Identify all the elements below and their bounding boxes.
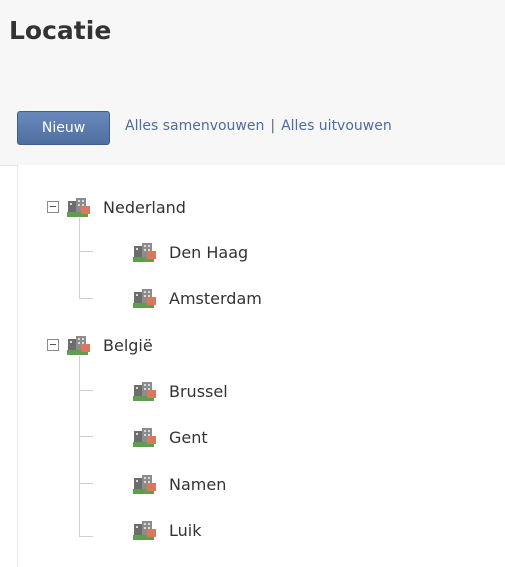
toolbar-separator: |: [270, 118, 276, 134]
building-location-icon: [133, 428, 156, 447]
tree-branch-line: [79, 390, 93, 391]
tree-node-brussel[interactable]: Brussel: [133, 379, 228, 403]
tree-guide-line: [79, 218, 80, 298]
building-location-icon: [133, 382, 156, 401]
tree-branch-line: [79, 298, 93, 299]
page-header: Locatie: [0, 0, 505, 76]
tree-branch-line: [79, 251, 93, 252]
collapse-icon[interactable]: [47, 201, 59, 213]
tree-node-den-haag[interactable]: Den Haag: [133, 240, 248, 264]
tree-node-label: Den Haag: [169, 242, 249, 262]
tree-node-gent[interactable]: Gent: [133, 425, 208, 449]
page-title: Locatie: [9, 16, 112, 45]
tree-node-label: Nederland: [103, 197, 186, 217]
tree-node-namen[interactable]: Namen: [133, 472, 226, 496]
new-button[interactable]: Nieuw: [17, 111, 110, 145]
collapse-icon[interactable]: [47, 339, 59, 351]
tree-node-luik[interactable]: Luik: [133, 518, 201, 542]
location-tree: Nederland Den Haag Amsterdam België Brus…: [17, 165, 505, 567]
building-location-icon: [67, 336, 90, 355]
tree-node-label: Namen: [169, 474, 227, 494]
tree-node-label: België: [103, 335, 153, 355]
tree-node-amsterdam[interactable]: Amsterdam: [133, 286, 262, 310]
tree-node-belgie[interactable]: België: [47, 333, 153, 357]
tree-node-label: Luik: [169, 520, 202, 540]
tree-guide-line: [79, 356, 80, 536]
building-location-icon: [133, 289, 156, 308]
tree-controls: Alles samenvouwen | Alles uitvouwen: [125, 118, 392, 134]
building-location-icon: [133, 243, 156, 262]
tree-branch-line: [79, 483, 93, 484]
tree-node-label: Gent: [169, 427, 208, 447]
tree-node-nederland[interactable]: Nederland: [47, 195, 186, 219]
page: Locatie Nieuw Alles samenvouwen | Alles ui…: [0, 0, 505, 567]
building-location-icon: [133, 475, 156, 494]
building-location-icon: [67, 198, 90, 217]
tree-branch-line: [79, 536, 93, 537]
tree-node-label: Amsterdam: [169, 288, 262, 308]
building-location-icon: [133, 521, 156, 540]
tree-branch-line: [79, 436, 93, 437]
collapse-all-link[interactable]: Alles samenvouwen: [125, 118, 264, 134]
tree-node-label: Brussel: [169, 381, 228, 401]
expand-all-link[interactable]: Alles uitvouwen: [281, 118, 392, 134]
